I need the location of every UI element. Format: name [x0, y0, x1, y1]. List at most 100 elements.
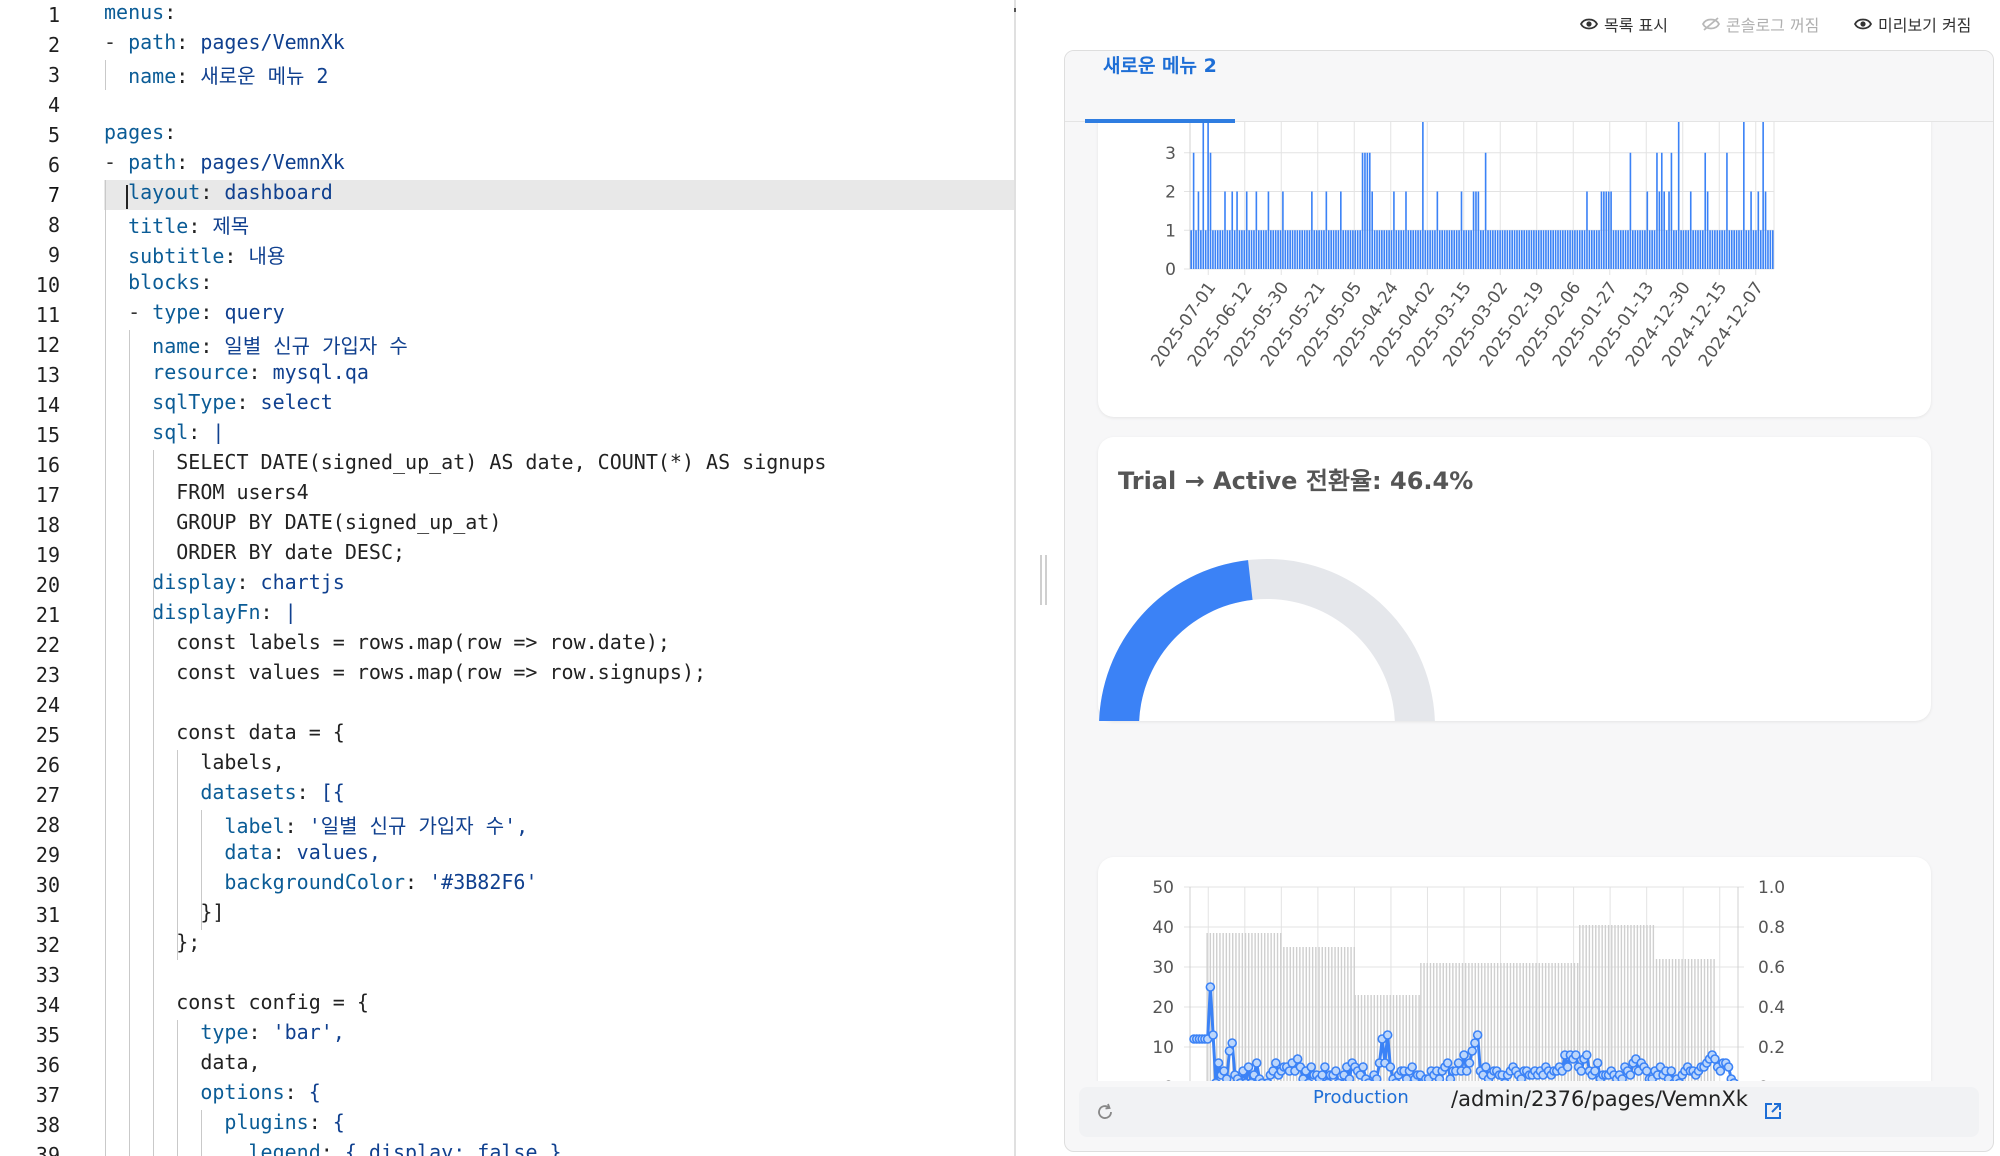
code-line[interactable]: const labels = rows.map(row => row.date)…: [104, 630, 1016, 660]
code-line[interactable]: backgroundColor: '#3B82F6': [104, 870, 1016, 900]
external-link-icon[interactable]: [1763, 1101, 1783, 1121]
line-point: [1271, 1058, 1281, 1068]
code-area[interactable]: menus: - path: pages/VemnXk name: 새로운 메뉴 …: [104, 0, 1016, 1156]
bar: [1652, 925, 1655, 1081]
code-line[interactable]: display: chartjs: [104, 570, 1016, 600]
bar: [1244, 933, 1247, 1081]
code-line[interactable]: const values = rows.map(row => row.signu…: [104, 660, 1016, 690]
pane-splitter-handle[interactable]: [1040, 555, 1048, 605]
code-line[interactable]: sql: |: [104, 420, 1016, 450]
line-point: [1371, 1074, 1382, 1081]
line-point: [1472, 1030, 1483, 1040]
code-line[interactable]: data: values,: [104, 840, 1016, 870]
code-line[interactable]: GROUP BY DATE(signed_up_at): [104, 510, 1016, 540]
scroll-position-marker: [1014, 8, 1016, 12]
bar: [1324, 947, 1327, 1081]
bar: [1668, 191, 1670, 269]
bar: [1465, 230, 1468, 269]
bar: [1325, 191, 1328, 269]
bar: [1714, 230, 1716, 269]
bar: [1636, 230, 1639, 269]
line-point: [1516, 1074, 1527, 1081]
code-line[interactable]: name: 새로운 메뉴 2: [104, 60, 1016, 90]
bar: [1323, 230, 1325, 269]
console-log-toggle-label: 콘솔로그 꺼짐: [1726, 16, 1820, 35]
code-line[interactable]: };: [104, 930, 1016, 960]
bar: [1496, 230, 1499, 269]
indent-guide: [129, 330, 131, 1156]
bar: [1545, 230, 1547, 269]
bar: [1588, 230, 1591, 269]
console-log-toggle-button[interactable]: 콘솔로그 꺼짐: [1702, 10, 1819, 38]
page-url[interactable]: /admin/2376/pages/VemnXk: [1451, 1087, 1748, 1111]
code-line[interactable]: labels,: [104, 750, 1016, 780]
code-line[interactable]: subtitle: 내용: [104, 240, 1016, 270]
code-line[interactable]: resource: mysql.qa: [104, 360, 1016, 390]
list-toggle-button[interactable]: 목록 표시: [1580, 10, 1668, 38]
editor-scrollbar[interactable]: [1014, 0, 1016, 1156]
bar: [1492, 230, 1494, 269]
bar: [1629, 152, 1632, 269]
line-number: 39: [35, 1143, 60, 1156]
bar: [1439, 963, 1441, 1081]
code-line[interactable]: ORDER BY date DESC;: [104, 540, 1016, 570]
code-line[interactable]: label: '일별 신규 가입자 수',: [104, 810, 1016, 840]
code-line[interactable]: blocks:: [104, 270, 1016, 300]
code-line[interactable]: - path: pages/VemnXk: [104, 150, 1016, 180]
bar: [1397, 230, 1400, 269]
preview-scroll-area[interactable]: 012342025-07-012025-06-122025-05-302025-…: [1065, 121, 1993, 1081]
y-left-tick-label: 50: [1152, 878, 1174, 898]
bar: [1484, 152, 1487, 269]
code-line[interactable]: pages:: [104, 120, 1016, 150]
code-line[interactable]: }]: [104, 900, 1016, 930]
code-line[interactable]: datasets: [{: [104, 780, 1016, 810]
code-line[interactable]: [104, 960, 1016, 990]
bar: [1554, 963, 1556, 1081]
code-line[interactable]: type: 'bar',: [104, 1020, 1016, 1050]
code-line[interactable]: data,: [104, 1050, 1016, 1080]
code-line[interactable]: [104, 690, 1016, 720]
bar: [1632, 230, 1634, 269]
bar: [1368, 152, 1371, 269]
line-point: [1434, 1074, 1445, 1081]
bar: [1569, 230, 1571, 269]
preview-toggle-button[interactable]: 미리보기 켜짐: [1854, 10, 1971, 38]
line-number: 14: [35, 393, 60, 417]
code-line[interactable]: options: {: [104, 1080, 1016, 1110]
refresh-icon[interactable]: [1095, 1102, 1115, 1122]
code-line[interactable]: const config = {: [104, 990, 1016, 1020]
y-left-tick-label: 10: [1152, 1038, 1174, 1058]
code-line[interactable]: - type: query: [104, 300, 1016, 330]
code-line[interactable]: const data = {: [104, 720, 1016, 750]
code-line[interactable]: [104, 90, 1016, 120]
bar: [1518, 230, 1521, 269]
code-line[interactable]: - path: pages/VemnXk: [104, 30, 1016, 60]
code-line[interactable]: plugins: {: [104, 1110, 1016, 1140]
code-line[interactable]: title: 제목: [104, 210, 1016, 240]
bar: [1395, 230, 1398, 269]
bar: [1660, 152, 1663, 269]
bar: [1378, 230, 1381, 269]
line-number: 1: [47, 3, 60, 27]
code-line[interactable]: name: 일별 신규 가입자 수: [104, 330, 1016, 360]
bar: [1270, 933, 1272, 1081]
code-line[interactable]: sqlType: select: [104, 390, 1016, 420]
code-line[interactable]: menus:: [104, 0, 1016, 30]
bar: [1740, 230, 1743, 269]
code-line[interactable]: legend: { display: false }: [104, 1140, 1016, 1156]
code-line[interactable]: FROM users4: [104, 480, 1016, 510]
tab-new-menu-2[interactable]: 새로운 메뉴 2: [1085, 51, 1235, 123]
code-line[interactable]: layout: dashboard: [104, 180, 1016, 210]
y-right-tick-label: 0.6: [1758, 958, 1785, 978]
bar: [1499, 230, 1501, 269]
bar: [1704, 152, 1707, 269]
bar: [1619, 230, 1622, 269]
bar: [1610, 191, 1612, 269]
code-line[interactable]: displayFn: |: [104, 600, 1016, 630]
conversion-gauge-card: Trial → Active 전환율: 46.4%: [1098, 437, 1931, 727]
code-line[interactable]: SELECT DATE(signed_up_at) AS date, COUNT…: [104, 450, 1016, 480]
bar: [1356, 230, 1359, 269]
code-editor[interactable]: 1 2 3 4 5 6 7 8 9 10 11 12 13 14 15 16 17 18 19 20 21 22 23 24 2…: [0, 0, 1016, 1156]
bar: [1627, 230, 1629, 269]
line-point: [1445, 1074, 1456, 1081]
